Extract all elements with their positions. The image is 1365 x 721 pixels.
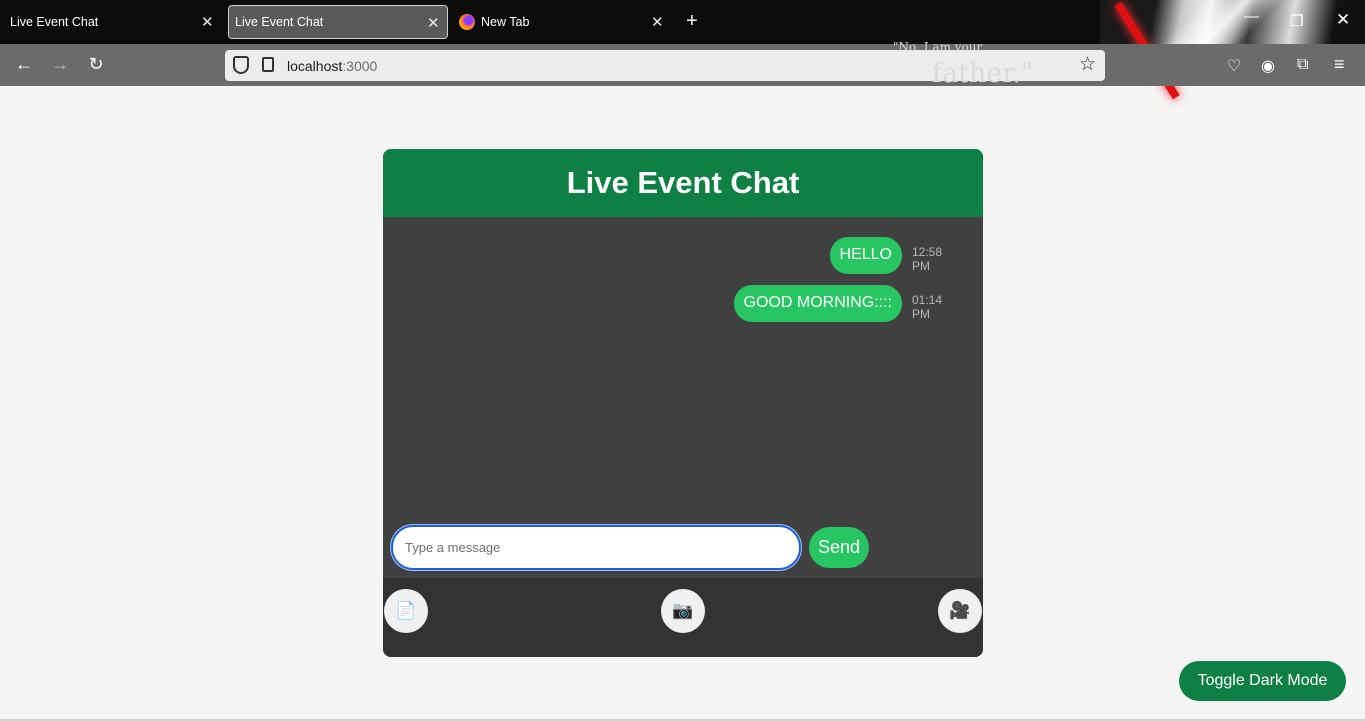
tab-title: New Tab: [481, 15, 530, 29]
camera-icon[interactable]: 📷: [661, 589, 705, 633]
message-composer: Send: [383, 511, 983, 578]
tracking-shield-icon[interactable]: [233, 56, 249, 74]
url-host: localhost: [287, 58, 343, 74]
message-item: HELLO 12:58 PM: [829, 237, 963, 274]
message-list[interactable]: HELLO 12:58 PM GOOD MORNING:::: 01:14 PM: [383, 217, 983, 511]
document-icon[interactable]: 📄: [384, 589, 428, 633]
chat-window: Live Event Chat HELLO 12:58 PM GOOD MORN…: [383, 149, 983, 657]
chat-header: Live Event Chat: [383, 149, 983, 217]
toggle-dark-mode-button[interactable]: Toggle Dark Mode: [1179, 661, 1346, 701]
firefox-icon: [459, 14, 475, 30]
tab-title: Live Event Chat: [10, 15, 99, 29]
tab-live-event-chat-1[interactable]: Live Event Chat ✕: [0, 0, 224, 44]
theme-quote-line-1: "No, I am your: [893, 40, 983, 54]
minimize-icon[interactable]: —: [1244, 8, 1259, 25]
menu-icon[interactable]: ≡: [1334, 54, 1345, 75]
extensions-icon[interactable]: ⧉: [1297, 56, 1308, 74]
message-bubble: GOOD MORNING::::: [733, 285, 902, 322]
url-port: :3000: [342, 58, 378, 74]
url-text[interactable]: localhost:3000: [287, 58, 377, 74]
new-tab-button[interactable]: +: [686, 10, 698, 32]
message-item: GOOD MORNING:::: 01:14 PM: [733, 285, 963, 322]
video-camera-icon[interactable]: 🎥: [938, 589, 982, 633]
forward-arrow-icon[interactable]: →: [49, 54, 71, 75]
chat-title: Live Event Chat: [566, 165, 800, 200]
reload-icon[interactable]: ↻: [85, 54, 107, 75]
tab-close-icon[interactable]: ✕: [651, 13, 664, 31]
tab-close-icon[interactable]: ✕: [201, 13, 214, 31]
pocket-icon[interactable]: ♡: [1227, 56, 1241, 76]
tab-new-tab[interactable]: New Tab ✕: [459, 0, 674, 44]
navigation-toolbar: ← → ↻ localhost:3000 ☆: [0, 44, 1365, 86]
account-icon[interactable]: ◉: [1261, 56, 1275, 76]
message-timestamp: 01:14 PM: [912, 293, 943, 321]
tab-close-icon[interactable]: ✕: [427, 14, 440, 32]
tab-live-event-chat-2[interactable]: Live Event Chat ✕: [228, 5, 448, 39]
send-button[interactable]: Send: [809, 527, 869, 568]
page-info-icon[interactable]: [262, 57, 274, 72]
message-bubble: HELLO: [829, 237, 902, 274]
attachment-toolbar: 📄 📷 🎥: [383, 578, 983, 657]
back-arrow-icon[interactable]: ←: [13, 54, 35, 75]
message-timestamp: 12:58 PM: [912, 245, 943, 273]
bookmark-star-icon[interactable]: ☆: [1079, 53, 1096, 76]
window-close-icon[interactable]: ✕: [1336, 10, 1350, 30]
tab-title: Live Event Chat: [235, 15, 324, 29]
message-input[interactable]: [391, 525, 801, 570]
maximize-icon[interactable]: ❐: [1290, 12, 1303, 30]
theme-quote-line-2: father.": [932, 58, 1034, 89]
